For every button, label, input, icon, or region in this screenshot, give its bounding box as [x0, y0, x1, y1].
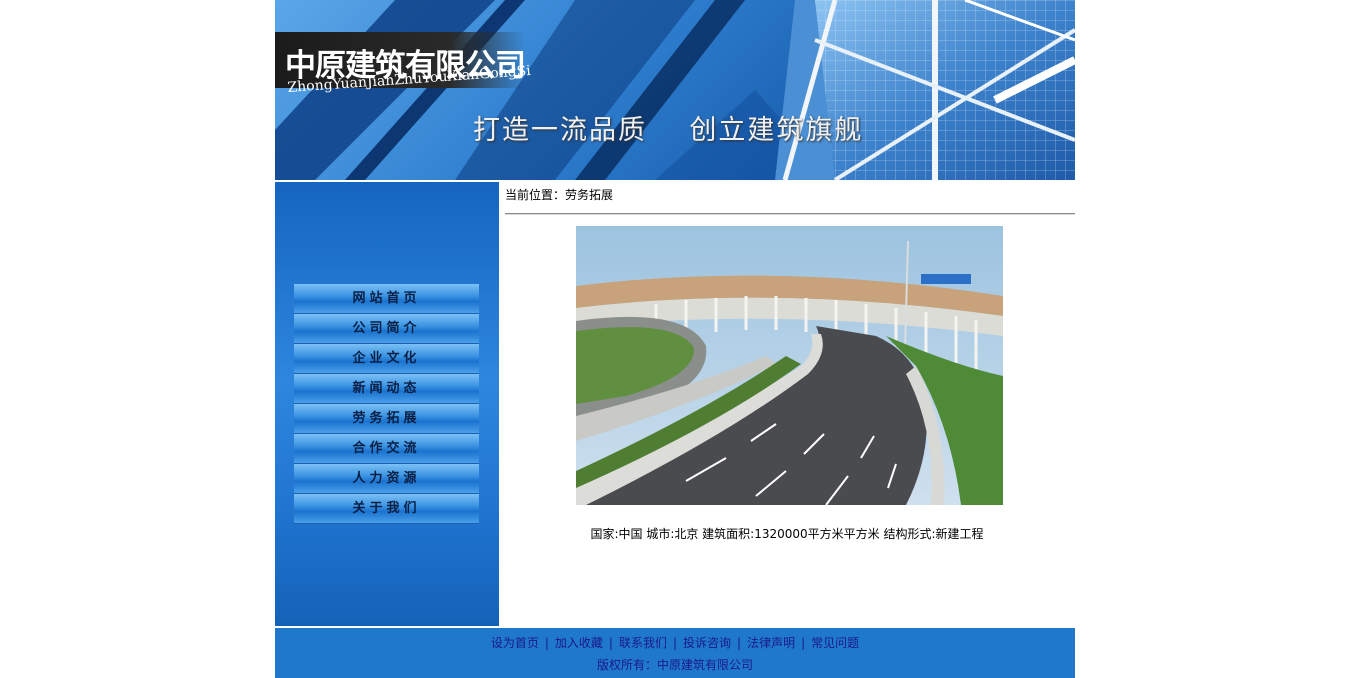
sidebar-item-hr[interactable]: 人力资源: [294, 464, 479, 494]
sidebar-item-about-company[interactable]: 公司简介: [294, 314, 479, 344]
sidebar-item-home[interactable]: 网站首页: [294, 284, 479, 314]
sidebar-item-labor-expansion[interactable]: 劳务拓展: [294, 404, 479, 434]
banner-slogan: 打造一流品质 创立建筑旗舰: [473, 115, 864, 146]
footer-link-add-favorite[interactable]: 加入收藏: [555, 636, 603, 650]
footer-separator: |: [672, 636, 678, 650]
footer-separator: |: [737, 636, 742, 650]
sidebar-item-news[interactable]: 新闻动态: [294, 374, 479, 404]
sidebar-menu: 网站首页 公司简介 企业文化 新闻动态 劳务拓展 合作交流 人力资源 关于我们: [294, 284, 479, 524]
footer-links: 设为首页 | 加入收藏 | 联系我们 | 投诉咨询 | 法律声明 | 常见问题: [275, 634, 1075, 651]
footer-link-contact[interactable]: 联系我们: [619, 636, 667, 650]
header-banner: 中原建筑有限公司 ZhongYuanJianZhuYouXianGongSi 打…: [275, 0, 1075, 180]
main-content: 当前位置：劳务拓展 国家:中国 城市:北京 建筑面积:1320000平方米平方米…: [499, 182, 1075, 626]
left-sidebar: 网站首页 公司简介 企业文化 新闻动态 劳务拓展 合作交流 人力资源 关于我们: [275, 182, 499, 626]
project-caption: 国家:中国 城市:北京 建筑面积:1320000平方米平方米 结构形式:新建工程: [590, 527, 984, 541]
footer-link-legal[interactable]: 法律声明: [747, 636, 795, 650]
page-wrapper: 中原建筑有限公司 ZhongYuanJianZhuYouXianGongSi 打…: [275, 0, 1075, 678]
breadcrumb: 当前位置：劳务拓展: [505, 188, 614, 202]
footer: 设为首页 | 加入收藏 | 联系我们 | 投诉咨询 | 法律声明 | 常见问题 版权所有：中原建筑有…: [275, 628, 1075, 678]
footer-separator: |: [544, 636, 549, 650]
banner-building-graphic: [275, 0, 1075, 180]
footer-link-set-home[interactable]: 设为首页: [491, 636, 539, 650]
footer-separator: |: [801, 636, 806, 650]
footer-separator: |: [608, 636, 613, 650]
sidebar-item-cooperation[interactable]: 合作交流: [294, 434, 479, 464]
copyright: 版权所有：中原建筑有限公司: [596, 658, 753, 672]
project-photo: [576, 226, 1003, 505]
sidebar-item-culture[interactable]: 企业文化: [294, 344, 479, 374]
footer-link-faq[interactable]: 常见问题: [811, 636, 859, 650]
divider: [505, 213, 1075, 215]
sidebar-item-about-us[interactable]: 关于我们: [294, 494, 479, 524]
footer-link-complaints[interactable]: 投诉咨询: [683, 636, 731, 650]
